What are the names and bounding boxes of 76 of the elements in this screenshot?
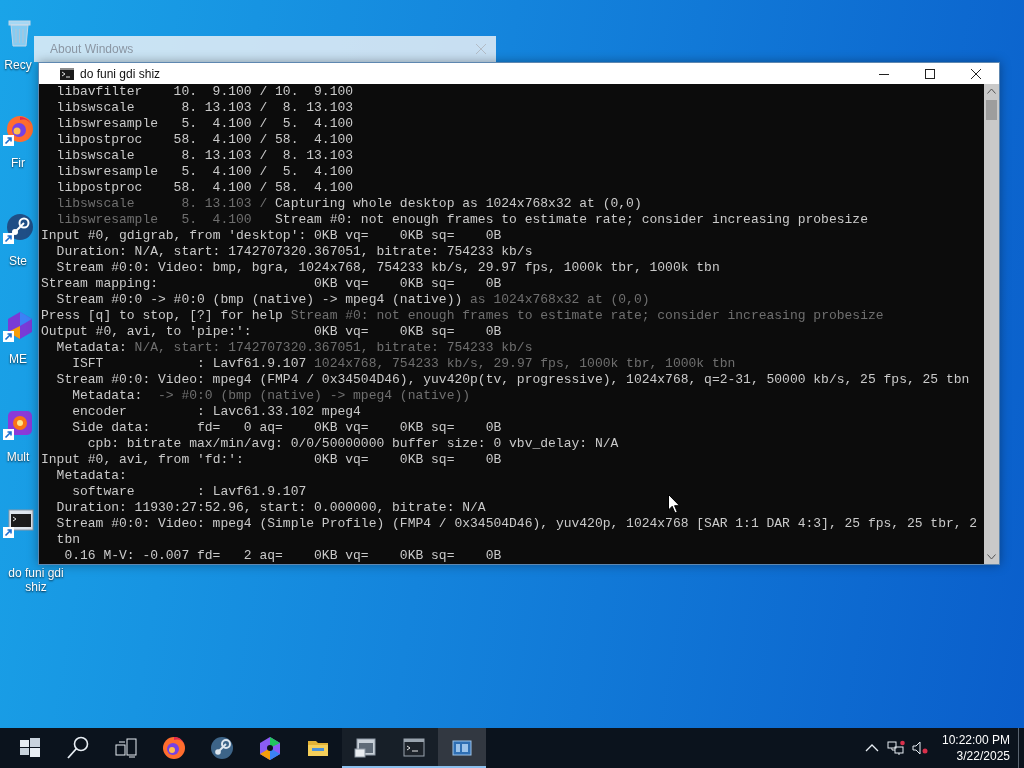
console-text: software : Lavf61.9.107 (72, 484, 307, 499)
ghost-console-text: libswresample 5. 4.100 (56, 212, 252, 227)
scroll-thumb[interactable] (986, 100, 997, 120)
console-text: Input #0, avi, from 'fd:': (41, 452, 244, 467)
console-text: Stream mapping: (41, 276, 159, 291)
console-text: libavfilter 10. 9.100 / 10. 9.100 (56, 84, 354, 99)
taskbar-app-button[interactable] (438, 728, 486, 768)
close-icon (476, 44, 486, 54)
desktop-icon-label[interactable]: Recy (4, 58, 32, 72)
console-text: Stream #0:0: Video: mpeg4 (Simple Profile) (FMP4 / 0x34504D46), yuv420p, 1024x768 [SAR 1:1 DAR 4:3], 25 fps, 25 tbr, 2 (56, 516, 978, 531)
mouse-pointer-icon (668, 494, 680, 514)
window-icon (353, 735, 379, 761)
window-title: do funi gdi shiz (80, 66, 162, 81)
console-text: Side data: (72, 420, 151, 435)
console-text: 0KB vq= 0KB sq= 0B (314, 452, 502, 467)
console-icon (60, 67, 74, 80)
console-text: libswscale 8. 13.103 / 8. 13.103 (56, 148, 354, 163)
firefox-icon[interactable] (3, 114, 35, 146)
console-text: libpostproc 58. 4.100 / 58. 4.100 (56, 132, 354, 147)
search-icon (65, 735, 91, 761)
console-text: Stream #0: not enough frames to estimate rate; consider increasing probesize (275, 212, 868, 227)
console-text: Capturing whole desktop as 1024x768x32 at (0,0) (275, 196, 642, 211)
ghost-console-text: libswscale 8. 13.103 / (56, 196, 268, 211)
console-text: libswresample 5. 4.100 / 5. 4.100 (56, 164, 354, 179)
scroll-up-icon[interactable] (987, 88, 996, 94)
console-text: libswresample 5. 4.100 / 5. 4.100 (56, 116, 354, 131)
console-text: 0KB vq= 0KB sq= 0B (314, 324, 502, 339)
desktop-icon-label[interactable]: Ste (9, 254, 27, 268)
console-text: Stream #0:0 -> #0:0 (bmp (native) -> mpeg4 (native)) (56, 292, 463, 307)
console-text: Duration: N/A, start: 1742707320.367051, bitrate: 754233 kb/s (56, 244, 533, 259)
console-shortcut-icon[interactable] (3, 506, 35, 538)
console-text: Duration: 11930:27:52.96, start: 0.000000, bitrate: N/A (56, 500, 486, 515)
console-text: Input #0, gdigrab, from 'desktop': (41, 228, 307, 243)
console-text: tbn (56, 532, 80, 547)
scroll-down-icon[interactable] (987, 554, 996, 560)
ghost-console-text: N/A, start: 1742707320.367051, bitrate: 754233 kb/s (134, 340, 533, 355)
window-title: About Windows (50, 42, 134, 56)
desktop-icon-label[interactable]: Mult (6, 450, 30, 464)
console-text: Press [q] to stop, [?] for help (41, 308, 283, 323)
taskbar-app-button[interactable] (390, 728, 438, 768)
console-text: Metadata: (56, 468, 127, 483)
ghost-console-text: -> #0:0 (bmp (native) -> mpeg4 (native)) (158, 388, 471, 403)
console-text: 0KB vq= 0KB sq= 0B (314, 276, 502, 291)
clock-time[interactable]: 10:22:00 PM (941, 732, 1010, 748)
console-text: cpb: bitrate max/min/avg: 0/0/50000000 buffer size: 0 vbv_delay: N/A (87, 436, 619, 451)
ghost-console-text: Stream #0: not enough frames to estimate rate; consider increasing probesize (290, 308, 884, 323)
console-text: Metadata: (72, 388, 143, 403)
app-icon[interactable] (3, 408, 35, 440)
firefox-icon (161, 735, 187, 761)
console-text: Metadata: (56, 340, 127, 355)
speaker-icon (910, 740, 929, 756)
console-text: libpostproc 58. 4.100 / 58. 4.100 (56, 180, 354, 195)
console-text: Stream #0:0: Video: mpeg4 (FMP4 / 0x34504D46), yuv420p(tv, progressive), 1024x768, q=2-31, 50000 kb/s, 25 fps, 25 tbn (56, 372, 970, 387)
console-text: ISFT : Lavf61.9.107 (72, 356, 307, 371)
console-text: encoder : Lavc61.33.102 mpeg4 (72, 404, 361, 419)
hexagon-app-icon (257, 735, 283, 761)
console-text: Stream #0:0: Video: bmp, bgra, 1024x768, 754233 kb/s, 29.97 fps, 1000k tbr, 1000k tbn (56, 260, 720, 275)
console-text: libswscale 8. 13.103 / 8. 13.103 (56, 100, 354, 115)
console-text: Output #0, avi, to 'pipe:': (41, 324, 252, 339)
close-icon (971, 68, 981, 79)
ghost-console-text: as 1024x768x32 at (0,0) (470, 292, 650, 307)
steam-icon (209, 735, 235, 761)
ghost-console-text: 1024x768, 754233 kb/s, 29.97 fps, 1000k tbr, 1000k tbn (314, 356, 736, 371)
app-icon[interactable] (3, 310, 35, 342)
task-view-icon (113, 735, 139, 761)
console-text: fd= 0 aq= 0KB vq= 0KB sq= 0B (197, 420, 502, 435)
console-text: 0.16 M-V: -0.007 fd= 2 aq= 0KB vq= 0KB sq= 0B (64, 548, 502, 563)
steam-icon[interactable] (3, 212, 35, 244)
desktop-icon-label[interactable]: do funi gdi shiz (0, 566, 72, 594)
taskbar-app-button[interactable] (342, 728, 390, 768)
clock-date[interactable]: 3/22/2025 (956, 748, 1010, 764)
console-text: 0KB vq= 0KB sq= 0B (314, 228, 502, 243)
maximize-icon (925, 68, 935, 79)
desktop-icon-label[interactable]: ME (9, 352, 27, 366)
desktop-icon-label[interactable]: Fir (11, 156, 25, 170)
network-icon (886, 740, 905, 756)
